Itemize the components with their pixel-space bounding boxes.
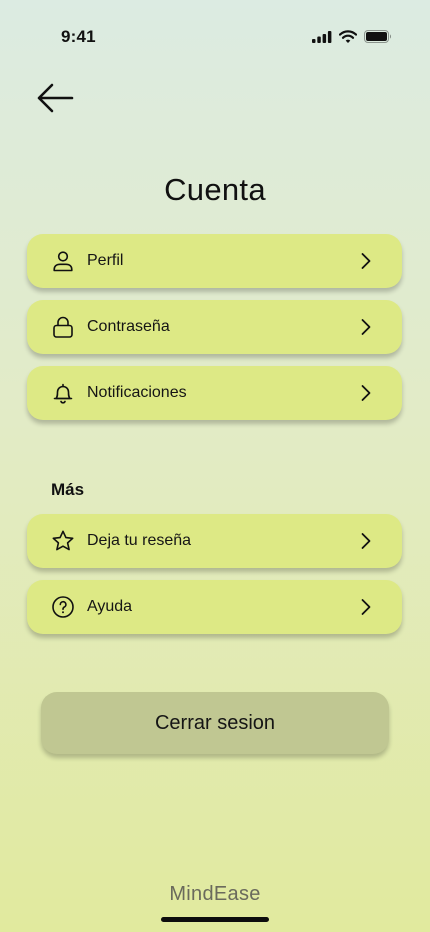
chevron-right-icon	[361, 319, 371, 335]
menu-item-perfil[interactable]: Perfil	[27, 234, 402, 288]
chevron-right-icon	[361, 253, 371, 269]
chevron-right-icon	[361, 385, 371, 401]
cellular-signal-icon	[312, 30, 332, 43]
home-indicator	[161, 917, 269, 922]
section-title-mas: Más	[51, 480, 85, 499]
menu-item-label: Deja tu reseña	[87, 532, 192, 549]
menu-item-contrasena[interactable]: Contraseña	[27, 300, 402, 354]
menu-item-label: Ayuda	[87, 598, 133, 615]
logout-button[interactable]: Cerrar sesion	[41, 692, 389, 754]
back-button[interactable]	[34, 80, 76, 116]
lock-icon	[53, 316, 73, 338]
menu-item-deja-tu-resena[interactable]: Deja tu reseña	[27, 514, 402, 568]
user-icon	[53, 251, 73, 272]
chevron-right-icon	[361, 599, 371, 615]
menu-item-label: Perfil	[87, 252, 124, 269]
brand-name: MindEase	[169, 883, 261, 905]
arrow-left-icon	[37, 83, 74, 113]
star-icon	[52, 530, 74, 551]
status-bar: 9:41	[0, 0, 430, 74]
menu-item-label: Notificaciones	[87, 384, 187, 401]
status-time: 9:41	[61, 27, 96, 46]
menu-item-notificaciones[interactable]: Notificaciones	[27, 366, 402, 420]
menu-item-ayuda[interactable]: Ayuda	[27, 580, 402, 634]
bell-icon	[53, 383, 73, 404]
chevron-right-icon	[361, 533, 371, 549]
status-icons	[312, 30, 392, 43]
menu-item-label: Contraseña	[87, 318, 170, 335]
wifi-icon	[339, 30, 357, 43]
logout-button-label: Cerrar sesion	[154, 711, 276, 734]
help-circle-icon	[52, 596, 74, 618]
battery-icon	[364, 30, 391, 43]
page-title: Cuenta	[164, 172, 266, 207]
